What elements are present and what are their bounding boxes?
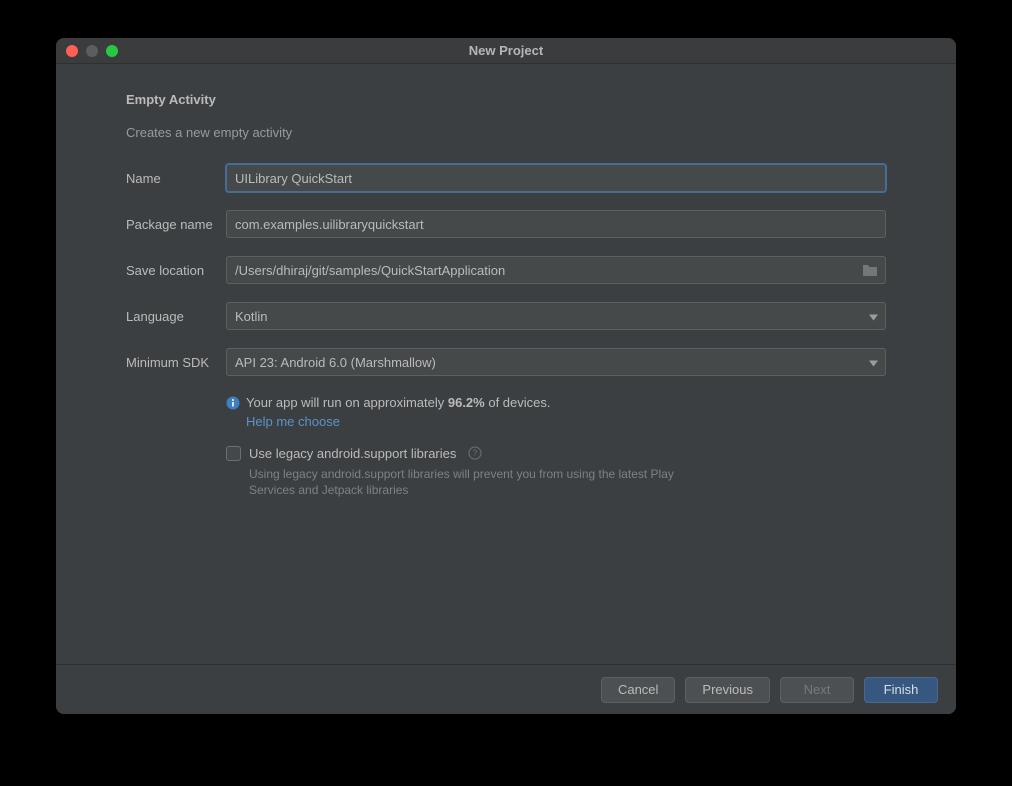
name-input[interactable] [226, 164, 886, 192]
svg-text:?: ? [473, 448, 478, 458]
minsdk-label: Minimum SDK [126, 355, 226, 370]
location-input[interactable] [226, 256, 886, 284]
window-title: New Project [56, 43, 956, 58]
row-minsdk: Minimum SDK API 23: Android 6.0 (Marshma… [126, 348, 886, 376]
coverage-suffix: of devices. [485, 395, 551, 410]
language-value: Kotlin [235, 309, 268, 324]
legacy-libs-hint: Using legacy android.support libraries w… [249, 466, 689, 498]
row-language: Language Kotlin [126, 302, 886, 330]
legacy-libs-block: Use legacy android.support libraries ? U… [226, 446, 886, 498]
language-select[interactable]: Kotlin [226, 302, 886, 330]
name-label: Name [126, 171, 226, 186]
dialog-content: Empty Activity Creates a new empty activ… [56, 64, 956, 664]
minimize-window-icon[interactable] [86, 45, 98, 57]
titlebar: New Project [56, 38, 956, 64]
new-project-dialog: New Project Empty Activity Creates a new… [56, 38, 956, 714]
page-subtitle: Creates a new empty activity [126, 125, 886, 140]
maximize-window-icon[interactable] [106, 45, 118, 57]
row-location: Save location [126, 256, 886, 284]
package-input[interactable] [226, 210, 886, 238]
minsdk-value: API 23: Android 6.0 (Marshmallow) [235, 355, 436, 370]
package-label: Package name [126, 217, 226, 232]
previous-button[interactable]: Previous [685, 677, 770, 703]
device-coverage-info: Your app will run on approximately 96.2%… [226, 394, 886, 432]
row-name: Name [126, 164, 886, 192]
coverage-percent: 96.2% [448, 395, 485, 410]
finish-button[interactable]: Finish [864, 677, 938, 703]
info-icon [226, 396, 240, 410]
legacy-libs-checkbox[interactable] [226, 446, 241, 461]
browse-folder-icon[interactable] [862, 263, 878, 277]
window-controls [56, 45, 118, 57]
help-icon[interactable]: ? [468, 446, 482, 460]
chevron-down-icon [869, 355, 878, 370]
coverage-prefix: Your app will run on approximately [246, 395, 448, 410]
legacy-libs-label: Use legacy android.support libraries [249, 446, 456, 461]
next-button[interactable]: Next [780, 677, 854, 703]
page-title: Empty Activity [126, 92, 886, 107]
dialog-footer: Cancel Previous Next Finish [56, 664, 956, 714]
close-window-icon[interactable] [66, 45, 78, 57]
language-label: Language [126, 309, 226, 324]
help-me-choose-link[interactable]: Help me choose [246, 414, 340, 429]
chevron-down-icon [869, 309, 878, 324]
location-label: Save location [126, 263, 226, 278]
cancel-button[interactable]: Cancel [601, 677, 675, 703]
minsdk-select[interactable]: API 23: Android 6.0 (Marshmallow) [226, 348, 886, 376]
row-package: Package name [126, 210, 886, 238]
